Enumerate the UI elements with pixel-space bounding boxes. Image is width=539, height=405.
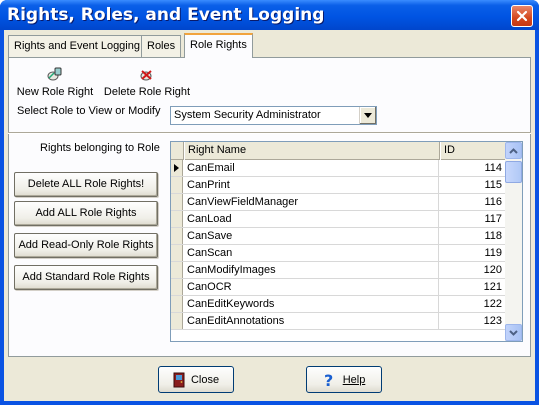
right-name-cell[interactable]: CanViewFieldManager — [185, 194, 439, 210]
grid-vertical-scrollbar[interactable] — [505, 142, 522, 341]
help-question-icon: ? — [324, 372, 333, 388]
right-id-cell[interactable]: 123 — [440, 313, 506, 329]
table-row[interactable]: CanEditAnnotations 123 — [171, 313, 506, 330]
table-row[interactable]: CanOCR 121 — [171, 279, 506, 296]
row-selector[interactable] — [171, 177, 183, 193]
delete-right-icon — [140, 70, 152, 81]
right-name-cell[interactable]: CanSave — [185, 228, 439, 244]
right-id-cell[interactable]: 120 — [440, 262, 506, 278]
right-name-cell[interactable]: CanScan — [185, 245, 439, 261]
delete-all-role-rights-button[interactable]: Delete ALL Role Rights! — [14, 172, 158, 197]
select-role-label: Select Role to View or Modify — [17, 105, 161, 117]
delete-role-right-button[interactable]: Delete Role Right — [101, 66, 193, 98]
scroll-up-button[interactable] — [505, 142, 522, 159]
row-selector[interactable] — [171, 228, 183, 244]
right-id-cell[interactable]: 121 — [440, 279, 506, 295]
row-selector[interactable] — [171, 313, 183, 329]
scroll-down-button[interactable] — [505, 324, 522, 341]
column-header-id[interactable]: ID — [440, 142, 506, 160]
row-selector[interactable] — [171, 296, 183, 312]
delete-role-right-label: Delete Role Right — [103, 86, 191, 98]
row-selector[interactable] — [171, 279, 183, 295]
table-row[interactable]: CanViewFieldManager 116 — [171, 194, 506, 211]
add-standard-role-rights-button[interactable]: Add Standard Role Rights — [14, 265, 158, 290]
table-row[interactable]: CanScan 119 — [171, 245, 506, 262]
right-name-cell[interactable]: CanLoad — [185, 211, 439, 227]
right-name-cell[interactable]: CanEmail — [185, 160, 439, 176]
tab-role-rights[interactable]: Role Rights — [184, 33, 253, 58]
rights-grid[interactable]: Right Name ID CanEmail 114 CanPrint 115 … — [170, 141, 523, 342]
help-button[interactable]: ? Help — [306, 366, 382, 393]
right-name-cell[interactable]: CanPrint — [185, 177, 439, 193]
right-name-cell[interactable]: CanEditAnnotations — [185, 313, 439, 329]
door-icon — [173, 372, 185, 387]
chevron-up-icon — [509, 147, 518, 154]
tab-label: Rights and Event Logging — [14, 40, 140, 52]
add-read-only-role-rights-button[interactable]: Add Read-Only Role Rights — [14, 233, 158, 258]
row-selector[interactable] — [171, 262, 183, 278]
right-id-cell[interactable]: 122 — [440, 296, 506, 312]
dialog-window: Rights, Roles, and Event Logging Rights … — [0, 0, 539, 405]
tab-roles[interactable]: Roles — [141, 35, 182, 57]
row-selector[interactable] — [171, 245, 183, 261]
dropdown-arrow-button[interactable] — [359, 107, 376, 124]
tab-label: Role Rights — [190, 39, 247, 51]
table-row[interactable]: CanPrint 115 — [171, 177, 506, 194]
help-button-label: Help — [342, 373, 366, 386]
table-row[interactable]: CanEditKeywords 122 — [171, 296, 506, 313]
right-name-cell[interactable]: CanModifyImages — [185, 262, 439, 278]
chevron-down-icon — [364, 113, 372, 118]
right-id-cell[interactable]: 119 — [440, 245, 506, 261]
close-icon — [516, 10, 528, 22]
grid-header: Right Name ID — [171, 142, 506, 160]
rights-belonging-label: Rights belonging to Role — [40, 142, 160, 154]
right-id-cell[interactable]: 118 — [440, 228, 506, 244]
right-id-cell[interactable]: 115 — [440, 177, 506, 193]
table-row[interactable]: CanLoad 117 — [171, 211, 506, 228]
role-select-value: System Security Administrator — [174, 109, 321, 121]
scroll-thumb[interactable] — [505, 161, 522, 183]
close-window-button[interactable] — [511, 5, 533, 27]
svg-text:?: ? — [324, 372, 333, 388]
table-row[interactable]: CanModifyImages 120 — [171, 262, 506, 279]
row-selector-header — [171, 142, 184, 160]
right-id-cell[interactable]: 114 — [440, 160, 506, 176]
tab-rights-and-event-logging[interactable]: Rights and Event Logging — [8, 35, 146, 57]
new-right-icon — [47, 67, 62, 81]
table-row[interactable]: CanSave 118 — [171, 228, 506, 245]
right-name-cell[interactable]: CanOCR — [185, 279, 439, 295]
right-id-cell[interactable]: 116 — [440, 194, 506, 210]
right-name-cell[interactable]: CanEditKeywords — [185, 296, 439, 312]
new-role-right-label: New Role Right — [16, 86, 94, 98]
row-selector[interactable] — [171, 194, 183, 210]
dialog-body: Rights and Event Logging Roles Role Righ… — [4, 30, 535, 401]
current-row-arrow-icon — [174, 164, 179, 172]
right-id-cell[interactable]: 117 — [440, 211, 506, 227]
tab-label: Roles — [147, 40, 176, 52]
chevron-down-icon — [509, 329, 518, 336]
close-button-label: Close — [190, 373, 220, 386]
section-divider — [8, 132, 531, 134]
window-title: Rights, Roles, and Event Logging — [7, 5, 325, 25]
new-role-right-button[interactable]: New Role Right — [15, 66, 95, 98]
role-select-dropdown[interactable]: System Security Administrator — [170, 106, 377, 125]
add-all-role-rights-button[interactable]: Add ALL Role Rights — [14, 201, 158, 226]
row-selector[interactable] — [171, 160, 183, 176]
title-bar[interactable]: Rights, Roles, and Event Logging — [0, 0, 539, 30]
column-header-right-name[interactable]: Right Name — [184, 142, 440, 160]
table-row[interactable]: CanEmail 114 — [171, 160, 506, 177]
close-button[interactable]: Close — [158, 366, 234, 393]
row-selector[interactable] — [171, 211, 183, 227]
